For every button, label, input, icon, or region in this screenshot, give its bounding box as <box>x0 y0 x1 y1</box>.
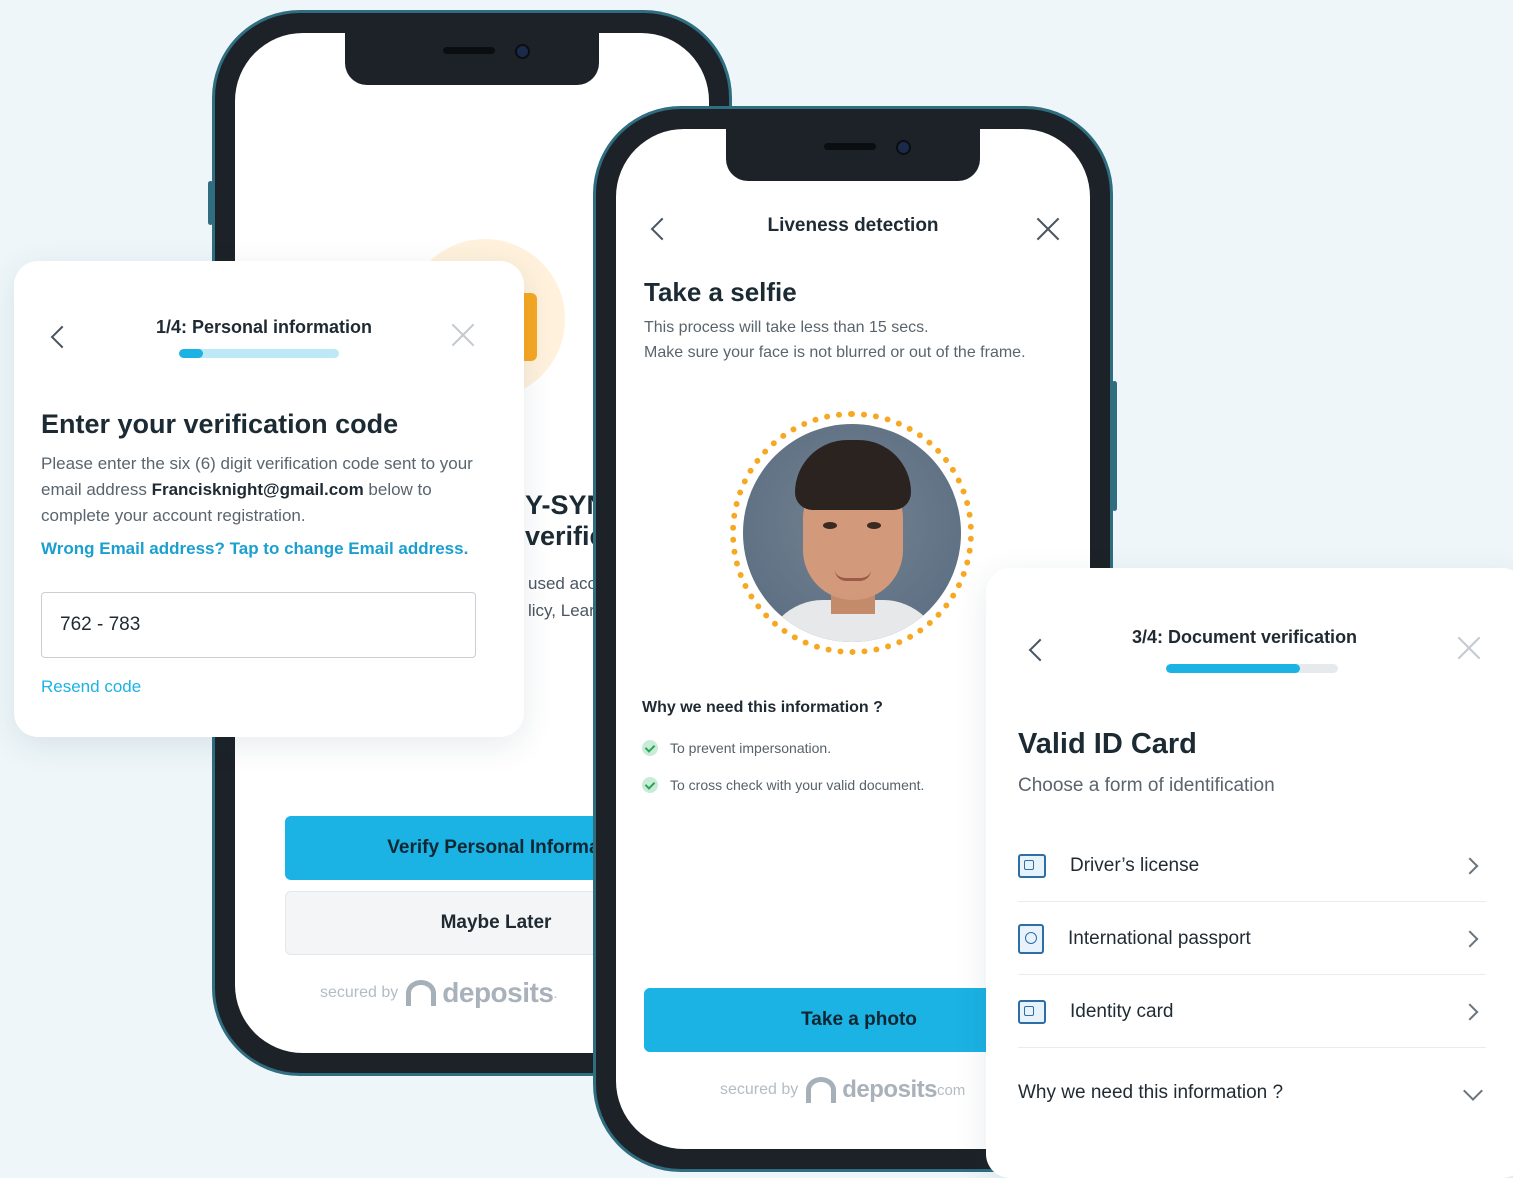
check-icon <box>642 740 658 756</box>
identity-card-icon <box>1018 999 1046 1024</box>
valid-id-heading: Valid ID Card <box>1018 728 1197 760</box>
passport-icon <box>1018 923 1044 954</box>
step-label: 3/4: Document verification <box>1132 627 1358 647</box>
phone-notch <box>726 129 980 181</box>
resend-code-link[interactable]: Resend code <box>41 677 141 697</box>
why-we-need-toggle[interactable]: Why we need this information ? <box>1018 1082 1283 1104</box>
verification-code-card: 1/4: Personal information Enter your ver… <box>14 261 524 737</box>
drivers-license-icon <box>1018 853 1046 878</box>
valid-id-subheading: Choose a form of identification <box>1018 775 1275 796</box>
side-button <box>1112 381 1117 511</box>
reason-item: To prevent impersonation. <box>642 740 831 756</box>
reason-item: To cross check with your valid document. <box>642 777 924 793</box>
chevron-right-icon <box>1461 930 1479 947</box>
camera-icon <box>515 44 530 59</box>
progress-fill <box>1166 664 1301 673</box>
selfie-description: Make sure your face is not blurred or ou… <box>644 344 1026 361</box>
brand-name: deposits <box>442 977 554 1008</box>
secured-by-footer: secured by deposits com <box>720 1076 966 1103</box>
phone-notch <box>345 33 599 85</box>
brand-name: deposits <box>842 1076 937 1103</box>
side-button <box>208 181 213 225</box>
step-label: 1/4: Personal information <box>156 317 373 337</box>
screen-title: Liveness detection <box>767 215 939 236</box>
international-passport-option[interactable]: International passport <box>1018 903 1486 975</box>
back-chevron-icon[interactable] <box>1028 638 1052 662</box>
why-we-need-title: Why we need this information ? <box>642 699 883 716</box>
deposits-logo-icon <box>406 980 437 1006</box>
selfie-photo <box>743 424 961 642</box>
verification-heading: Enter your verification code <box>41 409 399 439</box>
camera-icon <box>896 140 911 155</box>
deposits-logo-icon <box>806 1077 837 1103</box>
identity-card-option[interactable]: Identity card <box>1018 976 1486 1048</box>
close-icon[interactable] <box>1036 217 1060 241</box>
chevron-right-icon <box>1461 1003 1479 1020</box>
step-progress-bar <box>179 349 339 358</box>
chevron-right-icon <box>1461 857 1479 874</box>
secured-by-footer: secured by deposits . <box>320 977 558 1008</box>
check-icon <box>642 777 658 793</box>
screen-header: Liveness detection <box>640 213 1066 245</box>
back-chevron-icon[interactable] <box>50 325 74 349</box>
verification-instructions: Please enter the six (6) digit verificat… <box>41 454 473 525</box>
chevron-down-icon[interactable] <box>1463 1081 1483 1101</box>
step-progress-bar <box>1166 664 1338 673</box>
progress-fill <box>179 349 203 358</box>
document-verification-card: 3/4: Document verification Valid ID Card… <box>986 568 1513 1178</box>
verification-code-input[interactable] <box>41 592 476 658</box>
take-selfie-heading: Take a selfie <box>644 277 797 307</box>
change-email-link[interactable]: Wrong Email address? Tap to change Email… <box>41 539 468 559</box>
close-icon[interactable] <box>451 323 475 347</box>
email-address: Francisknight@gmail.com <box>151 480 364 499</box>
close-icon[interactable] <box>1457 636 1481 660</box>
selfie-description: This process will take less than 15 secs… <box>644 319 929 336</box>
drivers-license-option[interactable]: Driver’s license <box>1018 830 1486 902</box>
